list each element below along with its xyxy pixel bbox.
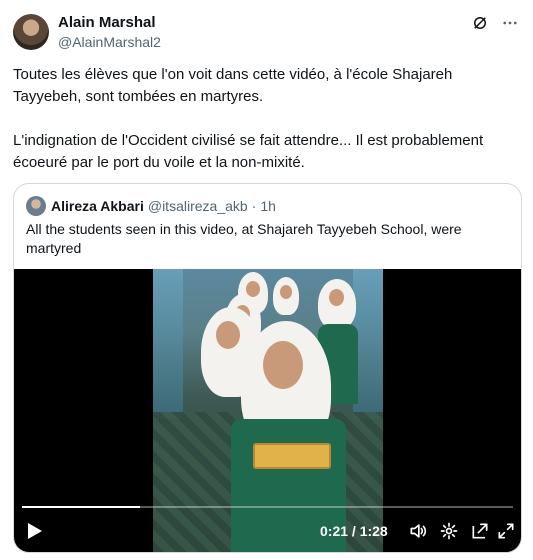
video-progress-bar[interactable] — [22, 506, 513, 508]
volume-icon[interactable] — [408, 521, 428, 541]
quoted-tweet-header: Alireza Akbari @itsalireza_akb · 1h — [26, 196, 276, 216]
tweet-actions-top — [471, 14, 519, 32]
video-scene-face — [263, 341, 303, 389]
video-scene-face — [216, 321, 240, 349]
video-frame[interactable] — [153, 269, 383, 552]
video-progress-fill — [22, 506, 140, 508]
video-player[interactable]: 0:21 / 1:28 — [14, 269, 521, 552]
tweet[interactable]: Alain Marshal @AlainMarshal2 Toutes les … — [0, 0, 533, 560]
play-icon[interactable] — [28, 523, 42, 539]
quoted-tweet[interactable]: Alireza Akbari @itsalireza_akb · 1h All … — [13, 183, 522, 553]
fullscreen-icon[interactable] — [496, 521, 516, 541]
quoted-avatar[interactable] — [26, 196, 46, 216]
author-handle[interactable]: @AlainMarshal2 — [58, 33, 161, 51]
quoted-separator: · — [251, 198, 257, 214]
video-scene-face — [280, 285, 292, 299]
settings-icon[interactable] — [439, 521, 459, 541]
video-controls: 0:21 / 1:28 — [14, 515, 521, 547]
quoted-time[interactable]: 1h — [260, 197, 276, 215]
author-block: Alain Marshal @AlainMarshal2 — [58, 14, 161, 51]
video-time: 0:21 / 1:28 — [320, 523, 388, 539]
quoted-handle[interactable]: @itsalireza_akb — [148, 197, 248, 215]
quoted-text: All the students seen in this video, at … — [26, 221, 462, 256]
tweet-text: Toutes les élèves que l'on voit dans cet… — [13, 66, 484, 171]
quoted-display-name[interactable]: Alireza Akbari — [51, 197, 144, 215]
video-scene-tray — [253, 443, 331, 469]
author-display-name[interactable]: Alain Marshal — [58, 14, 161, 32]
pip-icon[interactable] — [470, 521, 490, 541]
video-scene-pillar — [153, 269, 183, 419]
video-scene-face — [329, 289, 344, 306]
avatar[interactable] — [13, 14, 49, 50]
more-icon[interactable] — [501, 14, 519, 32]
grok-icon[interactable] — [471, 14, 489, 32]
